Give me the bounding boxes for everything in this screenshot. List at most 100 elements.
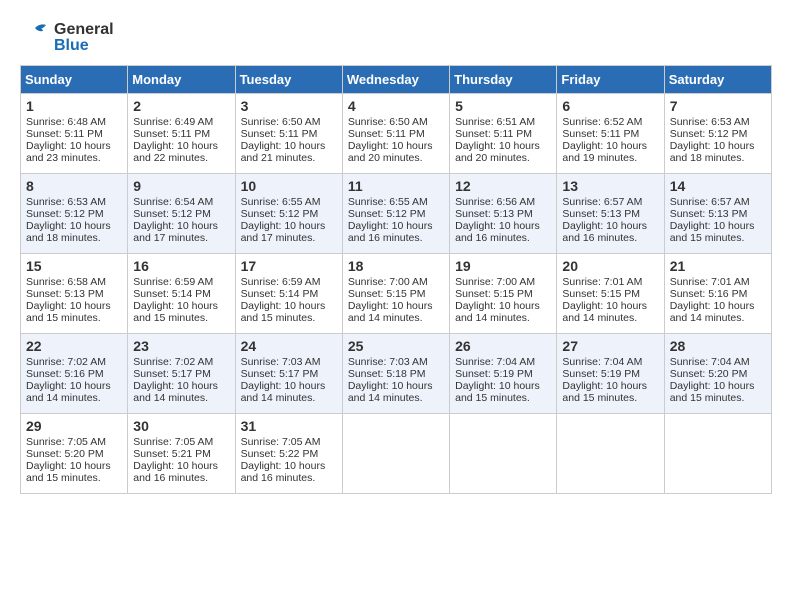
daylight-text: Daylight: 10 hours and 21 minutes. <box>241 140 337 164</box>
sunrise-text: Sunrise: 7:00 AM <box>348 276 444 288</box>
day-number: 6 <box>562 98 658 114</box>
logo-bird-icon <box>20 20 50 55</box>
calendar-cell: 3Sunrise: 6:50 AMSunset: 5:11 PMDaylight… <box>235 94 342 174</box>
day-number: 9 <box>133 178 229 194</box>
calendar-cell: 15Sunrise: 6:58 AMSunset: 5:13 PMDayligh… <box>21 254 128 334</box>
daylight-text: Daylight: 10 hours and 18 minutes. <box>670 140 766 164</box>
sunrise-text: Sunrise: 6:48 AM <box>26 116 122 128</box>
calendar-cell: 5Sunrise: 6:51 AMSunset: 5:11 PMDaylight… <box>450 94 557 174</box>
day-number: 15 <box>26 258 122 274</box>
day-number: 8 <box>26 178 122 194</box>
daylight-text: Daylight: 10 hours and 14 minutes. <box>348 380 444 404</box>
daylight-text: Daylight: 10 hours and 17 minutes. <box>133 220 229 244</box>
sunset-text: Sunset: 5:20 PM <box>670 368 766 380</box>
calendar-week-5: 29Sunrise: 7:05 AMSunset: 5:20 PMDayligh… <box>21 414 772 494</box>
day-number: 21 <box>670 258 766 274</box>
sunrise-text: Sunrise: 6:49 AM <box>133 116 229 128</box>
day-number: 7 <box>670 98 766 114</box>
col-header-thursday: Thursday <box>450 66 557 94</box>
calendar-week-4: 22Sunrise: 7:02 AMSunset: 5:16 PMDayligh… <box>21 334 772 414</box>
day-number: 12 <box>455 178 551 194</box>
sunrise-text: Sunrise: 7:03 AM <box>348 356 444 368</box>
day-number: 27 <box>562 338 658 354</box>
calendar-cell: 19Sunrise: 7:00 AMSunset: 5:15 PMDayligh… <box>450 254 557 334</box>
sunset-text: Sunset: 5:12 PM <box>241 208 337 220</box>
daylight-text: Daylight: 10 hours and 15 minutes. <box>26 460 122 484</box>
day-number: 14 <box>670 178 766 194</box>
day-number: 28 <box>670 338 766 354</box>
sunrise-text: Sunrise: 6:55 AM <box>241 196 337 208</box>
calendar-cell: 16Sunrise: 6:59 AMSunset: 5:14 PMDayligh… <box>128 254 235 334</box>
sunset-text: Sunset: 5:15 PM <box>348 288 444 300</box>
sunrise-text: Sunrise: 6:59 AM <box>241 276 337 288</box>
sunrise-text: Sunrise: 6:50 AM <box>348 116 444 128</box>
sunrise-text: Sunrise: 7:05 AM <box>133 436 229 448</box>
calendar-cell: 11Sunrise: 6:55 AMSunset: 5:12 PMDayligh… <box>342 174 449 254</box>
sunset-text: Sunset: 5:20 PM <box>26 448 122 460</box>
sunset-text: Sunset: 5:18 PM <box>348 368 444 380</box>
calendar-cell: 21Sunrise: 7:01 AMSunset: 5:16 PMDayligh… <box>664 254 771 334</box>
day-number: 22 <box>26 338 122 354</box>
sunrise-text: Sunrise: 7:04 AM <box>455 356 551 368</box>
sunrise-text: Sunrise: 6:53 AM <box>670 116 766 128</box>
daylight-text: Daylight: 10 hours and 14 minutes. <box>455 300 551 324</box>
daylight-text: Daylight: 10 hours and 15 minutes. <box>670 220 766 244</box>
day-number: 17 <box>241 258 337 274</box>
calendar-week-1: 1Sunrise: 6:48 AMSunset: 5:11 PMDaylight… <box>21 94 772 174</box>
calendar-cell: 1Sunrise: 6:48 AMSunset: 5:11 PMDaylight… <box>21 94 128 174</box>
calendar-cell <box>450 414 557 494</box>
day-number: 26 <box>455 338 551 354</box>
sunrise-text: Sunrise: 7:05 AM <box>241 436 337 448</box>
calendar-cell: 28Sunrise: 7:04 AMSunset: 5:20 PMDayligh… <box>664 334 771 414</box>
day-number: 29 <box>26 418 122 434</box>
daylight-text: Daylight: 10 hours and 16 minutes. <box>241 460 337 484</box>
sunrise-text: Sunrise: 6:51 AM <box>455 116 551 128</box>
day-number: 13 <box>562 178 658 194</box>
sunrise-text: Sunrise: 6:57 AM <box>562 196 658 208</box>
calendar-cell: 29 Sunrise: 7:05 AMSunset: 5:20 PMDayligh… <box>21 414 128 494</box>
logo: General Blue <box>20 20 114 55</box>
calendar-cell: 26Sunrise: 7:04 AMSunset: 5:19 PMDayligh… <box>450 334 557 414</box>
daylight-text: Daylight: 10 hours and 16 minutes. <box>133 460 229 484</box>
day-number: 5 <box>455 98 551 114</box>
sunset-text: Sunset: 5:11 PM <box>348 128 444 140</box>
sunset-text: Sunset: 5:11 PM <box>241 128 337 140</box>
sunset-text: Sunset: 5:14 PM <box>241 288 337 300</box>
sunrise-text: Sunrise: 6:56 AM <box>455 196 551 208</box>
calendar-cell: 18Sunrise: 7:00 AMSunset: 5:15 PMDayligh… <box>342 254 449 334</box>
day-number: 19 <box>455 258 551 274</box>
calendar-cell: 27 Sunrise: 7:04 AMSunset: 5:19 PMDayligh… <box>557 334 664 414</box>
calendar-cell: 22Sunrise: 7:02 AMSunset: 5:16 PMDayligh… <box>21 334 128 414</box>
sunrise-text: Sunrise: 7:04 AM <box>562 356 658 368</box>
sunset-text: Sunset: 5:12 PM <box>133 208 229 220</box>
sunset-text: Sunset: 5:17 PM <box>241 368 337 380</box>
daylight-text: Daylight: 10 hours and 15 minutes. <box>133 300 229 324</box>
page-header: General Blue <box>20 20 772 55</box>
daylight-text: Daylight: 10 hours and 16 minutes. <box>562 220 658 244</box>
sunrise-text: Sunrise: 7:04 AM <box>670 356 766 368</box>
daylight-text: Daylight: 10 hours and 15 minutes. <box>562 380 658 404</box>
sunset-text: Sunset: 5:12 PM <box>26 208 122 220</box>
calendar-cell: 23Sunrise: 7:02 AMSunset: 5:17 PMDayligh… <box>128 334 235 414</box>
calendar-cell: 9Sunrise: 6:54 AMSunset: 5:12 PMDaylight… <box>128 174 235 254</box>
sunrise-text: Sunrise: 6:55 AM <box>348 196 444 208</box>
daylight-text: Daylight: 10 hours and 16 minutes. <box>348 220 444 244</box>
sunrise-text: Sunrise: 7:05 AM <box>26 436 122 448</box>
calendar-cell: 25Sunrise: 7:03 AMSunset: 5:18 PMDayligh… <box>342 334 449 414</box>
sunrise-text: Sunrise: 6:58 AM <box>26 276 122 288</box>
col-header-friday: Friday <box>557 66 664 94</box>
sunrise-text: Sunrise: 6:59 AM <box>133 276 229 288</box>
calendar-cell: 10Sunrise: 6:55 AMSunset: 5:12 PMDayligh… <box>235 174 342 254</box>
calendar-cell <box>557 414 664 494</box>
daylight-text: Daylight: 10 hours and 22 minutes. <box>133 140 229 164</box>
sunset-text: Sunset: 5:12 PM <box>670 128 766 140</box>
sunset-text: Sunset: 5:19 PM <box>562 368 658 380</box>
sunset-text: Sunset: 5:11 PM <box>26 128 122 140</box>
daylight-text: Daylight: 10 hours and 14 minutes. <box>562 300 658 324</box>
calendar-cell: 8Sunrise: 6:53 AMSunset: 5:12 PMDaylight… <box>21 174 128 254</box>
daylight-text: Daylight: 10 hours and 18 minutes. <box>26 220 122 244</box>
calendar-week-3: 15Sunrise: 6:58 AMSunset: 5:13 PMDayligh… <box>21 254 772 334</box>
calendar-cell: 17Sunrise: 6:59 AMSunset: 5:14 PMDayligh… <box>235 254 342 334</box>
day-number: 4 <box>348 98 444 114</box>
calendar-cell: 14Sunrise: 6:57 AMSunset: 5:13 PMDayligh… <box>664 174 771 254</box>
